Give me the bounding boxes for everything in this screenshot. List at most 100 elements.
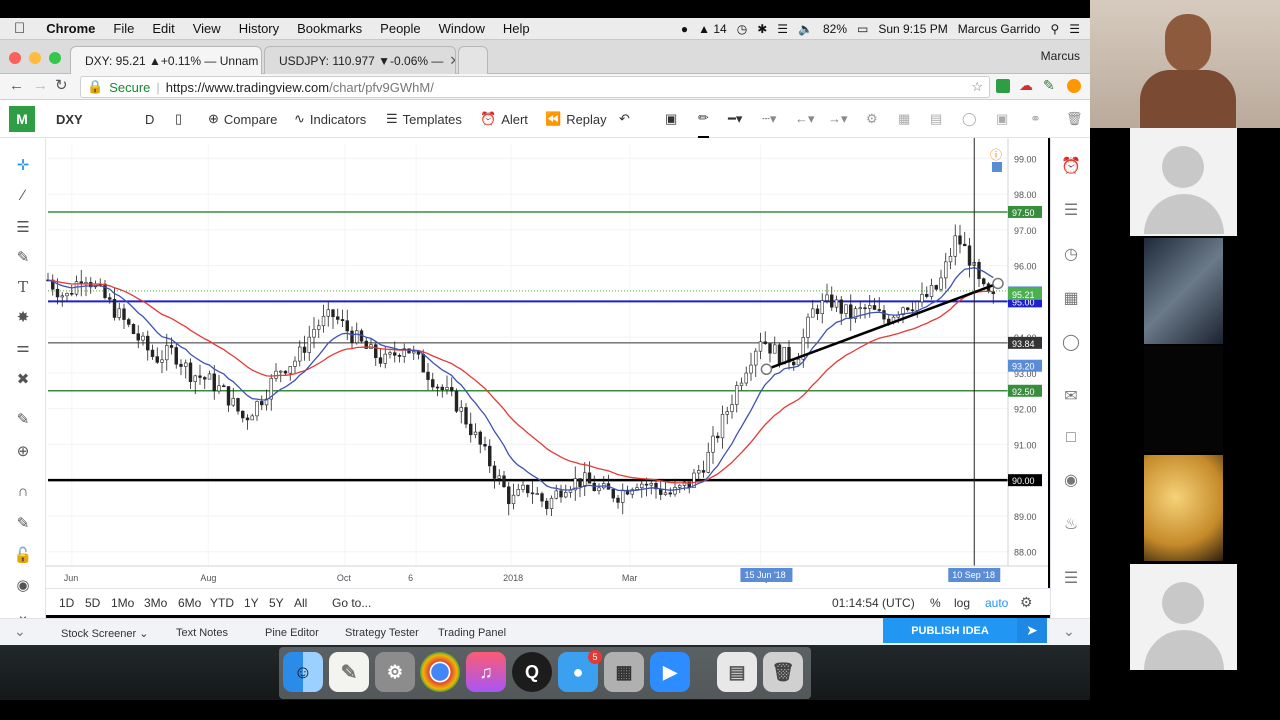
- symbol-search[interactable]: DXY: [56, 100, 83, 138]
- crosshair-icon[interactable]: ✛: [11, 154, 35, 176]
- streams-icon[interactable]: ◉: [1059, 468, 1083, 492]
- bluetooth-icon[interactable]: ✱: [757, 22, 767, 36]
- participant-avatar-1[interactable]: [1130, 128, 1237, 236]
- range-all[interactable]: All: [294, 596, 307, 610]
- auto-toggle[interactable]: auto: [985, 596, 1008, 610]
- extension-pen-icon[interactable]: ✎: [1043, 77, 1055, 94]
- tab-text-notes[interactable]: Text Notes: [176, 627, 228, 639]
- lock-icon[interactable]: 🔓: [11, 544, 35, 566]
- tab-usdjpy[interactable]: USDJPY: 110.977 ▼-0.06% — ✕: [264, 46, 456, 74]
- range-3mo[interactable]: 3Mo: [144, 596, 167, 610]
- trendline-handle-end[interactable]: [992, 277, 1004, 290]
- range-6mo[interactable]: 6Mo: [178, 596, 201, 610]
- crop-icon[interactable]: ▣: [665, 100, 677, 138]
- menu-bookmarks[interactable]: Bookmarks: [288, 21, 371, 36]
- chat-icon[interactable]: ✉: [1059, 384, 1083, 408]
- menubar-user[interactable]: Marcus Garrido: [958, 22, 1041, 36]
- apple-icon[interactable]: : [0, 20, 37, 37]
- text-tool-icon[interactable]: T: [11, 276, 35, 298]
- spotlight-icon[interactable]: ⚲: [1050, 22, 1059, 36]
- watchlist-icon[interactable]: ☰: [1059, 198, 1083, 222]
- participant-video-4[interactable]: [1144, 455, 1223, 561]
- publish-idea-button[interactable]: PUBLISH IDEA: [883, 618, 1017, 643]
- calendar-icon[interactable]: ▦: [1059, 286, 1083, 310]
- itunes-icon[interactable]: ♫: [466, 652, 506, 692]
- forward-icon[interactable]: →: [33, 77, 48, 94]
- participant-video-speaker[interactable]: [1090, 0, 1280, 128]
- chart-area[interactable]: 99.0098.0097.0096.0095.0094.0093.0092.00…: [46, 138, 1048, 588]
- participant-video-2[interactable]: [1144, 238, 1223, 344]
- tv-menu-button[interactable]: M: [9, 100, 35, 138]
- maximize-panel-icon[interactable]: ⌄: [1063, 623, 1075, 640]
- system-preferences-icon[interactable]: ⚙: [375, 652, 415, 692]
- app-status-count[interactable]: ▲ 14: [698, 22, 727, 36]
- ideas-lightbulb-icon[interactable]: ◯: [1059, 330, 1083, 354]
- template-icon[interactable]: ▦: [898, 100, 910, 138]
- order-panel-icon[interactable]: ☰: [1059, 566, 1083, 590]
- minimize-window-icon[interactable]: [29, 52, 41, 64]
- stay-in-drawing-icon[interactable]: ✎: [11, 512, 35, 534]
- participant-avatar-5[interactable]: [1130, 564, 1237, 670]
- record-icon[interactable]: ●: [681, 22, 688, 36]
- candles-icon[interactable]: ▯: [175, 100, 182, 138]
- documents-stack-icon[interactable]: ▤: [717, 652, 757, 692]
- menu-edit[interactable]: Edit: [143, 21, 183, 36]
- eye-icon[interactable]: ◉: [11, 574, 35, 596]
- alert-button[interactable]: ⏰ Alert: [480, 100, 528, 138]
- goto-date-button[interactable]: Go to...: [332, 596, 371, 610]
- link-icon[interactable]: ⚭: [1030, 100, 1041, 138]
- textedit-icon[interactable]: ✎: [329, 652, 369, 692]
- ruler-icon[interactable]: ✎: [11, 408, 35, 430]
- layout-icon[interactable]: ▤: [930, 100, 942, 138]
- left-arrow-style-icon[interactable]: ←▾: [795, 100, 815, 138]
- zoom-app-icon[interactable]: ▶: [650, 652, 690, 692]
- chart-settings-icon[interactable]: ⚙: [1020, 594, 1033, 611]
- remove-drawings-icon[interactable]: ✖: [11, 368, 35, 390]
- wifi-icon[interactable]: ☰: [777, 22, 788, 36]
- time-axis[interactable]: JunAugOct62018MarMay15 Jun '1810 Sep '18: [46, 565, 1048, 583]
- volume-icon[interactable]: 🔈: [798, 22, 813, 36]
- replay-button[interactable]: ⏪ Replay: [545, 100, 607, 138]
- brush-icon[interactable]: ✏: [698, 100, 709, 138]
- trendline[interactable]: [766, 282, 999, 371]
- notifications-bell-icon[interactable]: ♨: [1059, 512, 1083, 536]
- compare-button[interactable]: ⊕ Compare: [208, 100, 277, 138]
- utc-time[interactable]: 01:14:54 (UTC): [832, 596, 915, 610]
- omnibox[interactable]: 🔒 Secure | https://www.tradingview.com/c…: [80, 76, 990, 98]
- line-style-icon[interactable]: ┄▾: [762, 100, 776, 138]
- tab-strategy-tester[interactable]: Strategy Tester: [345, 627, 419, 639]
- settings-gear-icon[interactable]: ⚙: [866, 100, 878, 138]
- trash-icon[interactable]: 🗑: [763, 652, 803, 692]
- clock-icon[interactable]: ◷: [737, 22, 747, 36]
- url-text[interactable]: https://www.tradingview.com/chart/pfv9GW…: [166, 80, 434, 95]
- menu-app-chrome[interactable]: Chrome: [37, 21, 104, 36]
- undo-icon[interactable]: ↶: [619, 100, 630, 138]
- participant-video-3[interactable]: [1144, 346, 1223, 452]
- data-window-icon[interactable]: ◷: [1059, 242, 1083, 266]
- menu-help[interactable]: Help: [494, 21, 539, 36]
- back-icon[interactable]: ←: [9, 77, 24, 94]
- range-1y[interactable]: 1Y: [244, 596, 259, 610]
- price-axis[interactable]: 99.0098.0097.0096.0095.0094.0093.0092.00…: [1007, 138, 1037, 566]
- pattern-tool-icon[interactable]: ✸: [11, 306, 35, 328]
- publish-arrow-icon[interactable]: ➤: [1017, 618, 1047, 643]
- zoom-in-icon[interactable]: ⊕: [11, 440, 35, 462]
- log-toggle[interactable]: log: [954, 596, 970, 610]
- percent-toggle[interactable]: %: [930, 596, 941, 610]
- alert-marker-icon[interactable]: ⓘ: [990, 146, 1002, 163]
- zoom-window-icon[interactable]: [49, 52, 61, 64]
- range-1d[interactable]: 1D: [59, 596, 74, 610]
- trendline-tool-icon[interactable]: ∕: [11, 184, 35, 206]
- finder-icon[interactable]: ☺: [283, 652, 323, 692]
- tab-pine-editor[interactable]: Pine Editor: [265, 627, 319, 639]
- line-width-icon[interactable]: ━▾: [728, 100, 742, 138]
- indicators-button[interactable]: ∿ Indicators: [294, 100, 366, 138]
- range-ytd[interactable]: YTD: [210, 596, 234, 610]
- tab-dxy[interactable]: DXY: 95.21 ▲+0.11% — Unnam ✕: [70, 46, 262, 74]
- battery-percent[interactable]: 82%: [823, 22, 847, 36]
- menu-people[interactable]: People: [371, 21, 429, 36]
- pitchfork-tool-icon[interactable]: ☰: [11, 216, 35, 238]
- visibility-icon[interactable]: ◯: [962, 100, 977, 138]
- right-arrow-style-icon[interactable]: →▾: [828, 100, 848, 138]
- magnet-icon[interactable]: ∩: [11, 480, 35, 502]
